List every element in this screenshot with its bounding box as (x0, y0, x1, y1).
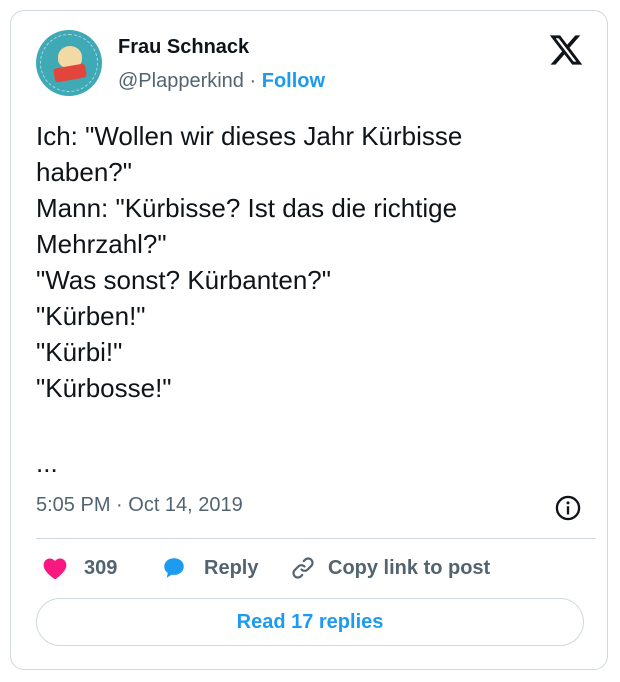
heart-icon (43, 558, 67, 580)
tweet-line: "Kürben!" (36, 301, 146, 331)
copy-link-button[interactable]: Copy link to post (290, 554, 490, 582)
author-name[interactable]: Frau Schnack (118, 36, 249, 59)
read-replies-button[interactable]: Read 17 replies (36, 598, 584, 646)
x-logo-icon[interactable] (548, 32, 584, 68)
reply-bubble-icon (164, 558, 184, 578)
tweet-line: Mann: "Kürbisse? Ist das die richtige (36, 193, 458, 223)
tweet-ellipsis: ... (36, 448, 58, 478)
tweet-line: "Kürbosse!" (36, 373, 172, 403)
handle-row: @Plapperkind · Follow (118, 70, 325, 93)
read-replies-label: Read 17 replies (236, 610, 384, 633)
action-bar: 309 Reply Copy link to post (36, 554, 576, 582)
avatar[interactable] (36, 30, 102, 96)
tweet-text: Ich: "Wollen wir dieses Jahr Kürbisse ha… (36, 118, 576, 406)
tweet-line: Mehrzahl?" (36, 229, 167, 259)
copy-link-label: Copy link to post (328, 556, 491, 579)
reply-button[interactable]: Reply (160, 554, 258, 582)
link-icon (292, 557, 314, 579)
tweet-timestamp[interactable]: 5:05 PM · Oct 14, 2019 (36, 494, 243, 517)
tweet-line: "Was sonst? Kürbanten?" (36, 265, 331, 295)
reply-label: Reply (204, 556, 259, 579)
tweet-line: Ich: "Wollen wir dieses Jahr Kürbisse (36, 121, 463, 151)
tweet-line: "Kürbi!" (36, 337, 123, 367)
info-icon[interactable] (554, 494, 582, 522)
like-count: 309 (84, 556, 118, 579)
handle-separator: · (249, 70, 257, 92)
divider (36, 538, 596, 539)
tweet-line: haben?" (36, 157, 132, 187)
follow-button[interactable]: Follow (262, 70, 325, 92)
author-handle[interactable]: @Plapperkind (118, 70, 244, 92)
like-button[interactable]: 309 (42, 554, 117, 582)
